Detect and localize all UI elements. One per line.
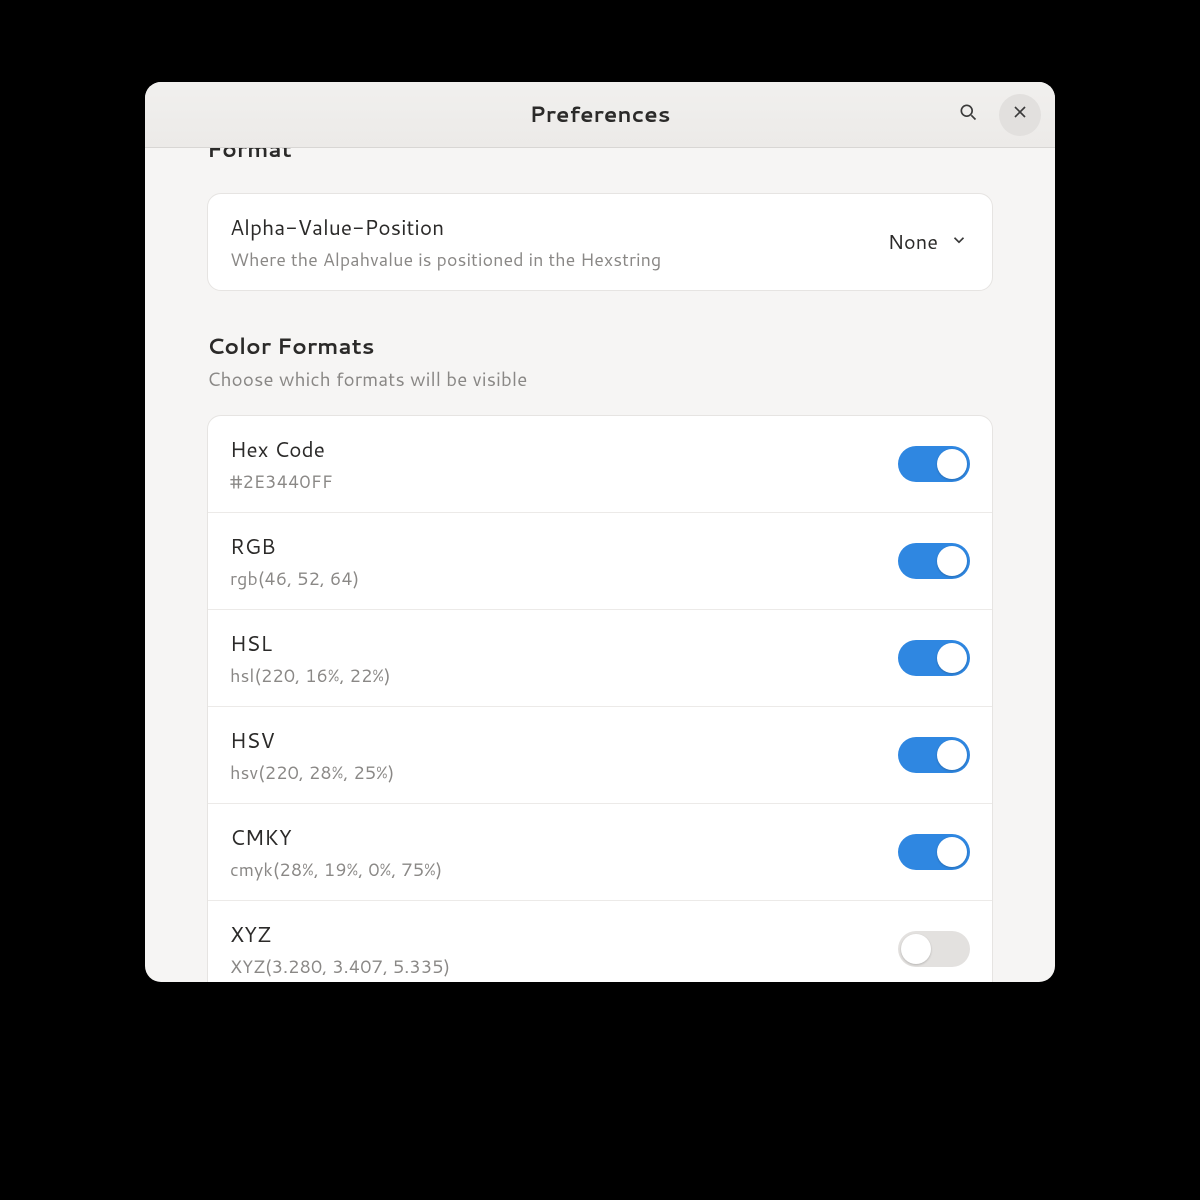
format-name: CMKY — [230, 822, 880, 852]
format-name: HSL — [230, 628, 880, 658]
format-example: XYZ(3.280, 3.407, 5.335) — [230, 953, 880, 979]
chevron-down-icon — [950, 228, 968, 256]
alpha-row-title: Alpha-Value-Position — [230, 212, 868, 242]
format-example: cmyk(28%, 19%, 0%, 75%) — [230, 856, 880, 882]
format-example: hsv(220, 28%, 25%) — [230, 759, 880, 785]
format-toggle[interactable] — [898, 446, 970, 482]
content-area: Format Alpha-Value-Position Where the Al… — [145, 148, 1055, 982]
toggle-knob — [937, 546, 967, 576]
format-name: XYZ — [230, 919, 880, 949]
alpha-row-subtitle: Where the Alpahvalue is positioned in th… — [230, 246, 868, 272]
format-example: rgb(46, 52, 64) — [230, 565, 880, 591]
close-icon — [1010, 102, 1030, 128]
color-format-row: CMKY cmyk(28%, 19%, 0%, 75%) — [208, 803, 992, 900]
titlebar-actions — [947, 94, 1041, 136]
toggle-knob — [937, 643, 967, 673]
color-formats-heading: Color Formats — [207, 331, 993, 362]
alpha-value-selected: None — [888, 228, 938, 256]
format-name: RGB — [230, 531, 880, 561]
row-labels: CMKY cmyk(28%, 19%, 0%, 75%) — [230, 822, 880, 882]
color-format-row: Hex Code #2E3440FF — [208, 416, 992, 512]
format-example: hsl(220, 16%, 22%) — [230, 662, 880, 688]
format-name: Hex Code — [230, 434, 880, 464]
format-example: #2E3440FF — [230, 468, 880, 494]
format-toggle[interactable] — [898, 834, 970, 870]
alpha-value-select[interactable]: None — [886, 224, 970, 260]
format-toggle[interactable] — [898, 640, 970, 676]
format-card: Alpha-Value-Position Where the Alpahvalu… — [207, 193, 993, 291]
color-format-row: HSV hsv(220, 28%, 25%) — [208, 706, 992, 803]
format-toggle[interactable] — [898, 737, 970, 773]
close-button[interactable] — [999, 94, 1041, 136]
color-format-row: HSL hsl(220, 16%, 22%) — [208, 609, 992, 706]
row-labels: Alpha-Value-Position Where the Alpahvalu… — [230, 212, 868, 272]
toggle-knob — [901, 934, 931, 964]
window-title: Preferences — [145, 99, 1055, 130]
row-labels: XYZ XYZ(3.280, 3.407, 5.335) — [230, 919, 880, 979]
toggle-knob — [937, 740, 967, 770]
search-button[interactable] — [947, 94, 989, 136]
format-toggle[interactable] — [898, 543, 970, 579]
alpha-value-position-row[interactable]: Alpha-Value-Position Where the Alpahvalu… — [208, 194, 992, 290]
color-format-row: RGB rgb(46, 52, 64) — [208, 512, 992, 609]
search-icon — [958, 102, 978, 128]
color-formats-card: Hex Code #2E3440FF RGB rgb(46, 52, 64) HSL hs… — [207, 415, 993, 982]
row-labels: Hex Code #2E3440FF — [230, 434, 880, 494]
format-toggle[interactable] — [898, 931, 970, 967]
titlebar: Preferences — [145, 82, 1055, 148]
preferences-window: Preferences Format Alpha-Value-Position … — [145, 82, 1055, 982]
format-name: HSV — [230, 725, 880, 755]
toggle-knob — [937, 837, 967, 867]
color-format-row: XYZ XYZ(3.280, 3.407, 5.335) — [208, 900, 992, 982]
row-labels: RGB rgb(46, 52, 64) — [230, 531, 880, 591]
row-labels: HSV hsv(220, 28%, 25%) — [230, 725, 880, 785]
row-labels: HSL hsl(220, 16%, 22%) — [230, 628, 880, 688]
toggle-knob — [937, 449, 967, 479]
color-formats-subtitle: Choose which formats will be visible — [207, 366, 993, 393]
format-section-heading: Format — [207, 148, 993, 165]
